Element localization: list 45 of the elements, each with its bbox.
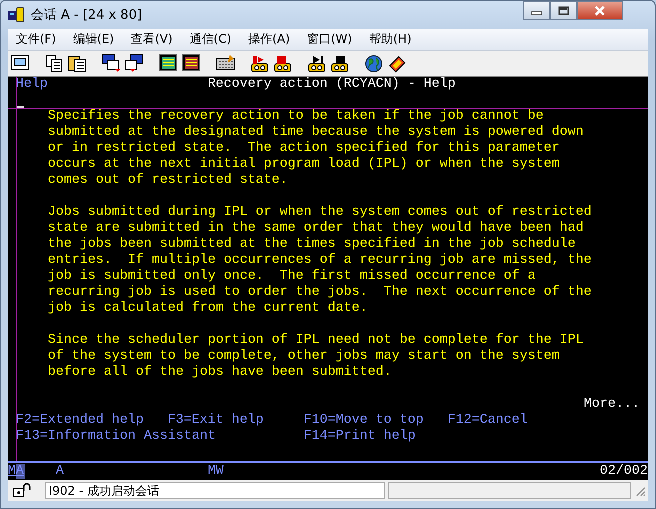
cursor-position: 02/002 <box>600 463 648 480</box>
menu-item[interactable]: 帮助(H) <box>363 29 418 50</box>
display-icon[interactable] <box>159 54 179 74</box>
receive-icon[interactable] <box>125 54 145 74</box>
function-key-label[interactable]: F13=Information Assistant <box>16 429 216 445</box>
help-paragraph: Jobs submitted during IPL or when the system comes out of restricted state are submitted in the same order that they would have been had the jobs been submitted at the times specified in the job schedule entries. If multiple occurrences of a recurring job are missed, the job is submitted only once. The first missed occurrence of a recurring job is used to order the jobs. The next occurrence of the job is calculated from the current date. <box>46 205 592 317</box>
paste-icon[interactable] <box>68 54 88 74</box>
display-icon[interactable] <box>182 54 202 74</box>
pause-icon[interactable] <box>330 54 350 74</box>
maximize-button[interactable] <box>550 1 577 20</box>
monitor-icon[interactable] <box>11 54 31 74</box>
menu-item[interactable]: 查看(V) <box>125 29 179 50</box>
more-indicator: More... <box>584 397 640 413</box>
resize-grip-icon[interactable] <box>634 484 646 496</box>
menu-item[interactable]: 操作(A) <box>242 29 296 50</box>
app-icon <box>7 7 25 23</box>
send-icon[interactable] <box>102 54 122 74</box>
function-key-label[interactable]: F14=Print help <box>304 429 416 445</box>
function-key-label[interactable]: F10=Move to top <box>304 413 424 429</box>
menu-item[interactable]: 窗口(W) <box>301 29 358 50</box>
maximize-icon <box>558 6 570 16</box>
minimize-button[interactable] <box>523 1 550 20</box>
status-indicator: A <box>56 463 65 480</box>
keyboard-icon[interactable] <box>216 54 236 74</box>
help-title: Recovery action (RCYACN) - Help <box>208 77 457 93</box>
close-icon <box>594 6 606 16</box>
record-icon[interactable] <box>250 54 270 74</box>
text-cursor <box>17 106 24 108</box>
function-key-label[interactable]: F3=Exit help <box>168 413 264 429</box>
menu-item[interactable]: 编辑(E) <box>67 29 120 50</box>
window-title: 会话 A - [24 x 80] <box>31 7 142 24</box>
function-key-label[interactable]: F2=Extended help <box>16 413 144 429</box>
help-paragraph: Since the scheduler portion of IPL need not be complete for the IPL of the system to be complete, other jobs may start on the system before all of the jobs have been submitted. <box>46 333 584 381</box>
stop-icon[interactable] <box>273 54 293 74</box>
globe-icon[interactable] <box>364 54 384 74</box>
close-button[interactable] <box>577 1 623 20</box>
play-icon[interactable] <box>307 54 327 74</box>
help-paragraph: Specifies the recovery action to be taken if the job cannot be submitted at the designated time because the system is powered down or in restricted state. The action specified for this parameter occurs at the next initial program load (IPL) or when the system comes out of restricted state. <box>46 109 584 189</box>
menu-item[interactable]: 通信(C) <box>184 29 238 50</box>
status-message: I902 - 成功启动会话 <box>45 482 385 499</box>
status-indicator: MW <box>208 463 225 480</box>
function-key-label[interactable]: F12=Cancel <box>448 413 528 429</box>
copy-icon[interactable] <box>45 54 65 74</box>
panel-label: Help <box>16 77 49 93</box>
menu-item[interactable]: 文件(F) <box>10 29 62 50</box>
